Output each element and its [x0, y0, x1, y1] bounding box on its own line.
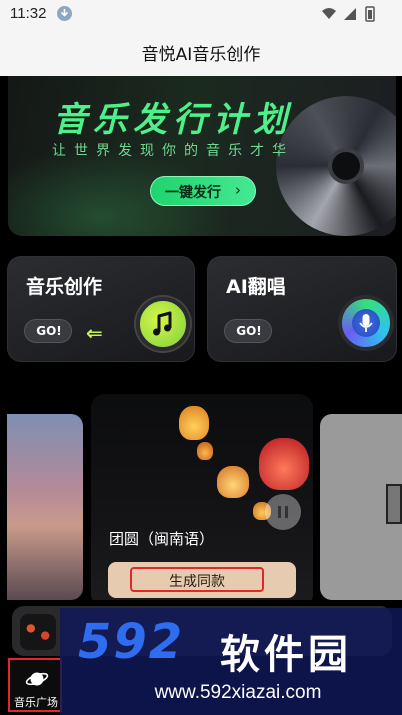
release-plan-banner[interactable]: 音乐发行计划 让世界发现你的音乐才华 一键发行 › [8, 76, 396, 236]
status-bar: 11:32 [0, 0, 402, 28]
watermark-logo: 592 [78, 614, 185, 670]
release-button-label: 一键发行 [165, 185, 221, 201]
ai-cover-go-button[interactable]: GO! [224, 319, 272, 343]
page-title: 音悦AI音乐创作 [141, 45, 261, 65]
download-notification-icon [57, 6, 72, 21]
watermark-url: www.592xiazai.com [154, 682, 322, 703]
pause-button[interactable] [265, 494, 301, 530]
banner-title: 音乐发行计划 [53, 100, 293, 140]
microphone-icon [352, 309, 380, 337]
tab-label: 音乐广场 [14, 696, 58, 709]
go-label: GO! [236, 324, 262, 338]
music-creation-go-button[interactable]: GO! [24, 319, 72, 343]
system-status-icons [322, 6, 375, 22]
carousel-current-card[interactable]: 团圆（闽南语） 生成同款 [91, 394, 313, 608]
ai-cover-title: AI翻唱 [226, 276, 286, 298]
generate-same-button[interactable]: 生成同款 [108, 562, 296, 598]
watermark-logo-text: 软件园 [220, 632, 352, 678]
lantern-image [179, 406, 209, 440]
music-note-icon[interactable] [136, 297, 190, 351]
music-creation-title: 音乐创作 [26, 276, 103, 298]
one-click-release-button[interactable]: 一键发行 › [150, 176, 256, 206]
watermark: 592 软件园 www.592xiazai.com [60, 608, 402, 715]
music-creation-card[interactable]: 音乐创作 GO! ⇐ [7, 256, 195, 362]
mini-player-thumbnail [20, 614, 56, 650]
lantern-image [259, 438, 309, 490]
pause-icon [278, 506, 288, 518]
go-label: GO! [36, 324, 62, 338]
card-edge-icon [386, 484, 402, 524]
planet-icon [25, 672, 49, 686]
lantern-image [217, 466, 249, 498]
song-title: 团圆（闽南语） [109, 530, 215, 548]
clock: 11:32 [10, 5, 47, 22]
carousel-next-card[interactable] [320, 414, 402, 600]
carousel-prev-card[interactable] [7, 414, 83, 600]
arrow-left-icon: ⇐ [86, 321, 103, 345]
chevron-right-icon: › [235, 181, 241, 199]
banner-subtitle: 让世界发现你的音乐才华 [52, 143, 294, 159]
generate-label: 生成同款 [169, 574, 225, 590]
microphone-button[interactable] [338, 295, 394, 351]
generate-label-highlight: 生成同款 [130, 567, 264, 592]
lantern-image [197, 442, 213, 460]
tab-music-square[interactable]: 音乐广场 [8, 658, 62, 712]
ai-cover-card[interactable]: AI翻唱 GO! [207, 256, 397, 362]
title-bar: 音悦AI音乐创作 [0, 28, 402, 76]
